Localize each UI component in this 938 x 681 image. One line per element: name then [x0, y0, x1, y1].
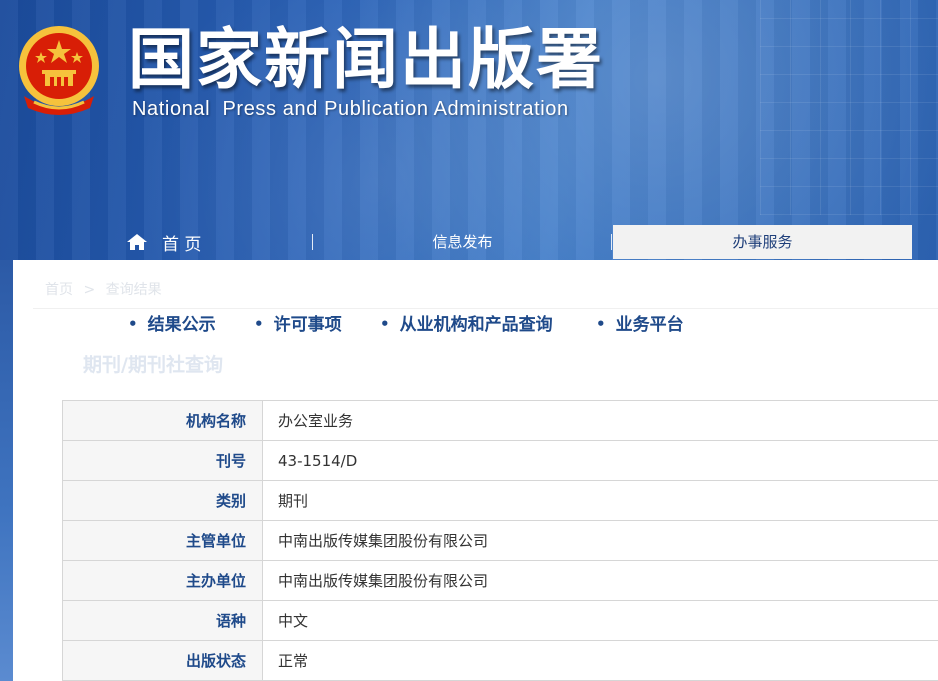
row-value: 中南出版传媒集团股份有限公司: [262, 560, 938, 601]
subnav-label: 业务平台: [615, 315, 684, 335]
row-key: 机构名称: [62, 400, 263, 441]
row-key: 主管单位: [62, 520, 263, 561]
row-value: 中文: [262, 600, 938, 641]
row-value: 43-1514/D: [262, 440, 938, 481]
nav-home[interactable]: 首 页: [126, 225, 201, 259]
bullet-dot: •: [596, 315, 606, 333]
breadcrumb-home[interactable]: 首页: [45, 282, 73, 298]
site-header: 国家新闻出版署 National Press and Publication A…: [0, 0, 938, 260]
subnav-permits[interactable]: • 许可事项: [254, 310, 342, 335]
home-icon: [127, 234, 147, 250]
breadcrumb: 首页 > 查询结果: [45, 279, 168, 299]
content-panel: 首页 > 查询结果 • 结果公示 • 许可事项 • 从业机构和产品查询 • 业务平台 期…: [13, 260, 938, 681]
row-value: 办公室业务: [262, 400, 938, 441]
row-key: 刊号: [62, 440, 263, 481]
bullet-dot: •: [380, 315, 390, 333]
subnav-results[interactable]: • 结果公示: [128, 310, 216, 335]
table-row: 出版状态 正常: [62, 640, 938, 681]
table-row: 类别 期刊: [62, 480, 938, 521]
table-row: 机构名称 办公室业务: [62, 400, 938, 441]
subnav-institutions[interactable]: • 从业机构和产品查询: [380, 310, 553, 335]
subnav-label: 许可事项: [273, 315, 342, 335]
nav-home-label: 首 页: [162, 234, 202, 255]
journal-info-table: 机构名称 办公室业务 刊号 43-1514/D 类别 期刊 主管单位 中南出版传…: [62, 400, 938, 681]
breadcrumb-current: 查询结果: [105, 282, 162, 298]
nav-item-info[interactable]: 信息发布: [315, 225, 610, 259]
row-value: 正常: [262, 640, 938, 681]
table-row: 刊号 43-1514/D: [62, 440, 938, 481]
row-key: 出版状态: [62, 640, 263, 681]
table-row: 主管单位 中南出版传媒集团股份有限公司: [62, 520, 938, 561]
nav-separator: [312, 234, 313, 250]
header-grid-pattern: [760, 0, 938, 215]
section-title: 期刊/期刊社查询: [83, 354, 223, 376]
left-background-strip: [0, 260, 13, 681]
breadcrumb-divider: [33, 308, 938, 309]
main-nav: 首 页 信息发布 办事服务: [0, 225, 938, 259]
breadcrumb-separator: >: [83, 282, 96, 298]
row-key: 语种: [62, 600, 263, 641]
row-value: 期刊: [262, 480, 938, 521]
table-row: 语种 中文: [62, 600, 938, 641]
row-key: 主办单位: [62, 560, 263, 601]
site-title-en: National Press and Publication Administr…: [132, 98, 569, 120]
row-value: 中南出版传媒集团股份有限公司: [262, 520, 938, 561]
nav-separator: [611, 234, 612, 250]
subnav-platform[interactable]: • 业务平台: [596, 310, 684, 335]
site-title-cn: 国家新闻出版署: [128, 21, 604, 98]
table-row: 主办单位 中南出版传媒集团股份有限公司: [62, 560, 938, 601]
bullet-dot: •: [128, 315, 138, 333]
row-key: 类别: [62, 480, 263, 521]
nav-item-services[interactable]: 办事服务: [613, 225, 912, 259]
bullet-dot: •: [254, 315, 264, 333]
subnav-label: 结果公示: [147, 315, 216, 335]
subnav-label: 从业机构和产品查询: [399, 315, 553, 335]
national-emblem-icon: [19, 26, 99, 115]
